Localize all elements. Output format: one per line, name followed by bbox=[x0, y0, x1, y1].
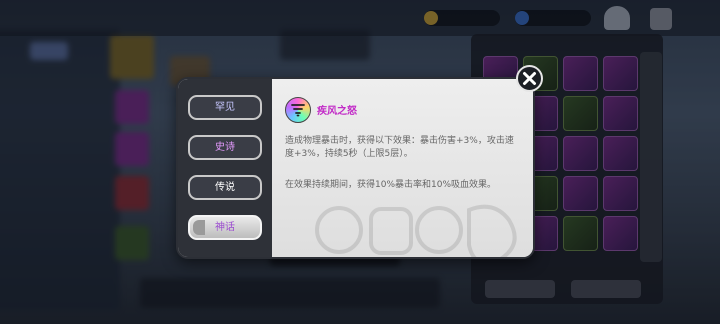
item-description-primary: 造成物理暴击时，获得以下效果：暴击伤害+3%，攻击速度+3%，持续5秒（上限5层… bbox=[285, 136, 514, 159]
watermark-decoration bbox=[315, 204, 517, 257]
whirlwind-icon bbox=[285, 97, 311, 123]
tab-legendary[interactable]: 传说 bbox=[188, 175, 262, 200]
item-name: 疾风之怒 bbox=[317, 106, 357, 117]
tab-epic-label: 史诗 bbox=[215, 142, 235, 153]
tab-rare-label: 罕见 bbox=[215, 102, 235, 113]
tab-rare[interactable]: 罕见 bbox=[188, 95, 262, 120]
close-button[interactable] bbox=[516, 65, 543, 92]
tab-legendary-label: 传说 bbox=[215, 182, 235, 193]
tab-mythic-label: 神话 bbox=[215, 222, 235, 233]
item-description-secondary: 在效果持续期间，获得10%暴击率和10%吸血效果。 bbox=[285, 180, 497, 190]
close-icon bbox=[523, 72, 536, 85]
tab-epic[interactable]: 史诗 bbox=[188, 135, 262, 160]
item-detail-dialog: 罕见 史诗 传说 神话 疾风之怒 造成物理暴击时，获得以下效果：暴击伤害+3%，… bbox=[176, 77, 535, 259]
rarity-tab-column: 罕见 史诗 传说 神话 bbox=[178, 79, 272, 257]
tab-mythic[interactable]: 神话 bbox=[188, 215, 262, 240]
item-info-panel: 疾风之怒 造成物理暴击时，获得以下效果：暴击伤害+3%，攻击速度+3%，持续5秒… bbox=[272, 79, 533, 257]
